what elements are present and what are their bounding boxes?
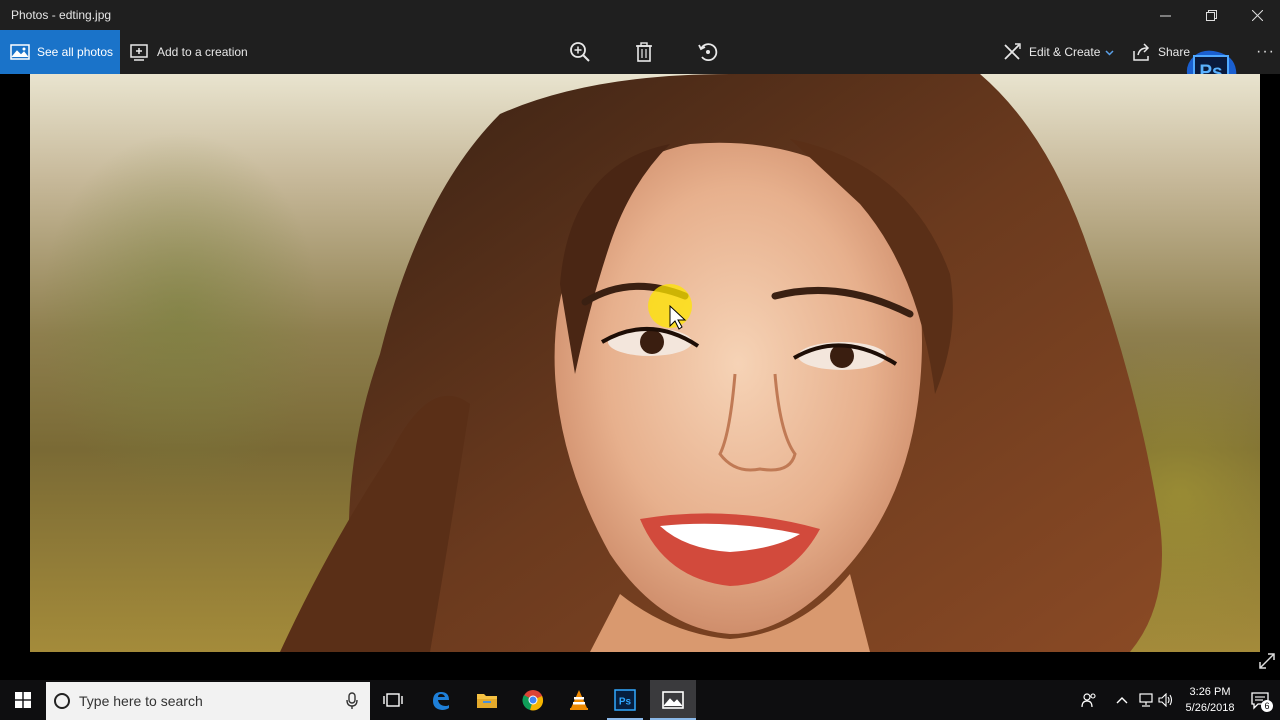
photoshop-icon: Ps	[614, 689, 636, 711]
show-hidden-icons-button[interactable]	[1112, 680, 1132, 720]
photoshop-button[interactable]: Ps	[602, 680, 648, 720]
file-explorer-button[interactable]	[464, 680, 510, 720]
people-button[interactable]	[1078, 680, 1100, 720]
edit-and-create-button[interactable]: Edit & Create	[1002, 30, 1114, 74]
system-clock[interactable]: 3:26 PM 5/26/2018	[1180, 684, 1240, 716]
edit-and-create-label: Edit & Create	[1029, 45, 1101, 59]
chrome-icon	[522, 690, 544, 711]
see-all-photos-button[interactable]: See all photos	[0, 30, 120, 74]
more-options-button[interactable]: ···	[1256, 30, 1275, 74]
close-button[interactable]	[1234, 0, 1280, 30]
share-icon	[1133, 43, 1150, 61]
photo-viewport	[0, 74, 1280, 680]
rotate-button[interactable]	[694, 38, 722, 66]
photos-app-button[interactable]	[650, 680, 696, 720]
task-view-button[interactable]	[370, 680, 416, 720]
search-placeholder: Type here to search	[79, 693, 203, 709]
network-icon	[1139, 693, 1153, 707]
windows-logo-icon	[15, 692, 31, 708]
portrait-image	[280, 74, 1162, 652]
minimize-icon	[1159, 15, 1171, 16]
restore-icon	[1205, 9, 1217, 21]
edge-icon	[433, 692, 449, 710]
photo-toolbar: See all photos Add to a creation Edit & …	[0, 30, 1280, 74]
window-title: Photos - edting.jpg	[11, 8, 112, 22]
photos-icon	[662, 691, 684, 709]
chevron-up-icon	[1116, 697, 1128, 704]
notification-count-badge: 6	[1261, 700, 1273, 712]
window-controls	[1142, 0, 1280, 30]
photo-gallery-icon	[10, 44, 30, 60]
fullscreen-icon[interactable]	[1258, 652, 1276, 670]
cortana-icon	[54, 693, 70, 709]
center-tools	[566, 30, 758, 74]
taskbar-search-box[interactable]: Type here to search	[46, 682, 370, 720]
edge-button[interactable]	[418, 680, 464, 720]
add-creation-icon	[130, 44, 148, 61]
task-view-icon	[383, 693, 403, 707]
delete-button[interactable]	[630, 38, 658, 66]
taskbar: Type here to search Ps 3:26 PM 5/26/2018…	[0, 680, 1280, 720]
file-explorer-icon	[477, 694, 497, 708]
close-icon	[1251, 9, 1263, 21]
start-button[interactable]	[0, 680, 46, 720]
clock-date: 5/26/2018	[1185, 702, 1235, 714]
restore-button[interactable]	[1188, 0, 1234, 30]
photoshop-taskbar-label: Ps	[619, 697, 632, 708]
displayed-photo[interactable]	[30, 74, 1260, 652]
zoom-in-icon	[570, 42, 590, 62]
title-bar: Photos - edting.jpg	[0, 0, 1280, 30]
rotate-icon	[698, 43, 718, 62]
edit-icon	[1004, 43, 1021, 60]
vlc-icon	[570, 690, 588, 710]
people-icon	[1081, 693, 1096, 708]
vlc-button[interactable]	[556, 680, 602, 720]
see-all-photos-label: See all photos	[37, 45, 114, 59]
clock-time: 3:26 PM	[1189, 686, 1231, 698]
microphone-icon[interactable]	[346, 692, 358, 710]
volume-button[interactable]	[1156, 680, 1176, 720]
minimize-button[interactable]	[1142, 0, 1188, 30]
trash-icon	[636, 42, 652, 62]
chevron-down-icon	[1105, 49, 1114, 56]
zoom-button[interactable]	[566, 38, 594, 66]
add-to-creation-button[interactable]: Add to a creation	[130, 30, 248, 74]
share-button[interactable]: Share	[1133, 30, 1190, 74]
add-to-creation-label: Add to a creation	[157, 45, 248, 59]
chrome-button[interactable]	[510, 680, 556, 720]
speaker-icon	[1158, 693, 1173, 707]
network-button[interactable]	[1136, 680, 1156, 720]
